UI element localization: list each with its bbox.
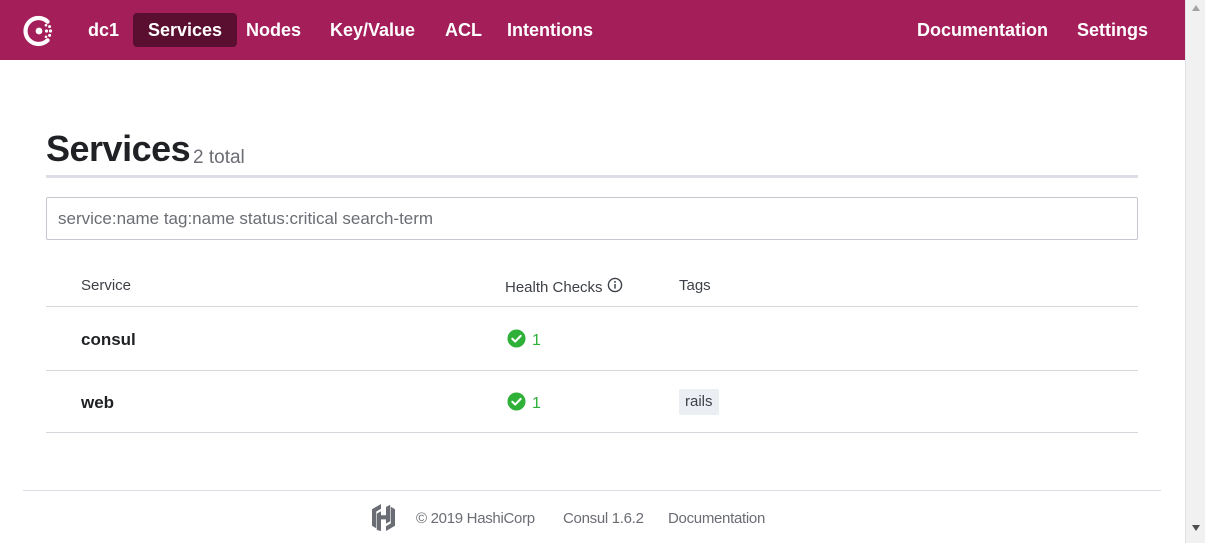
health-checks-cell: 1 [507,329,541,353]
health-checks-cell: 1 [507,392,541,416]
footer-version: Consul 1.6.2 [563,510,644,527]
tag-badge: rails [679,389,719,415]
column-header-health: Health Checks [505,277,623,297]
scroll-down-arrow-icon[interactable] [1186,524,1205,541]
health-passing-count: 1 [532,395,541,412]
search-input[interactable] [46,197,1138,240]
top-navigation: dc1 Services Nodes Key/Value ACL Intenti… [0,0,1185,60]
consul-logo-icon[interactable] [22,13,58,49]
service-count: 2 total [193,147,245,168]
nav-intentions[interactable]: Intentions [492,13,608,47]
nav-documentation[interactable]: Documentation [902,13,1063,47]
nav-acl[interactable]: ACL [430,13,497,47]
footer-documentation-link[interactable]: Documentation [668,510,765,527]
scroll-up-arrow-icon[interactable] [1186,4,1205,21]
table-row-divider [46,432,1138,433]
page-title: Services [46,128,191,169]
vertical-scrollbar[interactable] [1185,0,1205,543]
column-header-health-label: Health Checks [505,278,603,296]
app-viewport: dc1 Services Nodes Key/Value ACL Intenti… [0,0,1185,543]
column-header-service[interactable]: Service [81,277,131,294]
nav-services[interactable]: Services [133,13,238,47]
check-circle-icon [507,329,526,353]
nav-settings[interactable]: Settings [1062,13,1163,47]
table-header-divider [46,306,1138,307]
datacenter-selector[interactable]: dc1 [73,13,134,47]
table-row-divider [46,370,1138,371]
nav-nodes[interactable]: Nodes [231,13,316,47]
info-icon[interactable] [607,277,623,297]
title-divider [46,175,1138,178]
footer-divider [23,490,1161,491]
service-name-link[interactable]: web [81,393,114,413]
check-circle-icon [507,392,526,416]
column-header-tags: Tags [679,277,711,294]
nav-key-value[interactable]: Key/Value [315,13,430,47]
hashicorp-logo-icon[interactable] [370,503,397,537]
footer-copyright: © 2019 HashiCorp [416,510,535,527]
health-passing-count: 1 [532,332,541,349]
service-name-link[interactable]: consul [81,330,136,350]
